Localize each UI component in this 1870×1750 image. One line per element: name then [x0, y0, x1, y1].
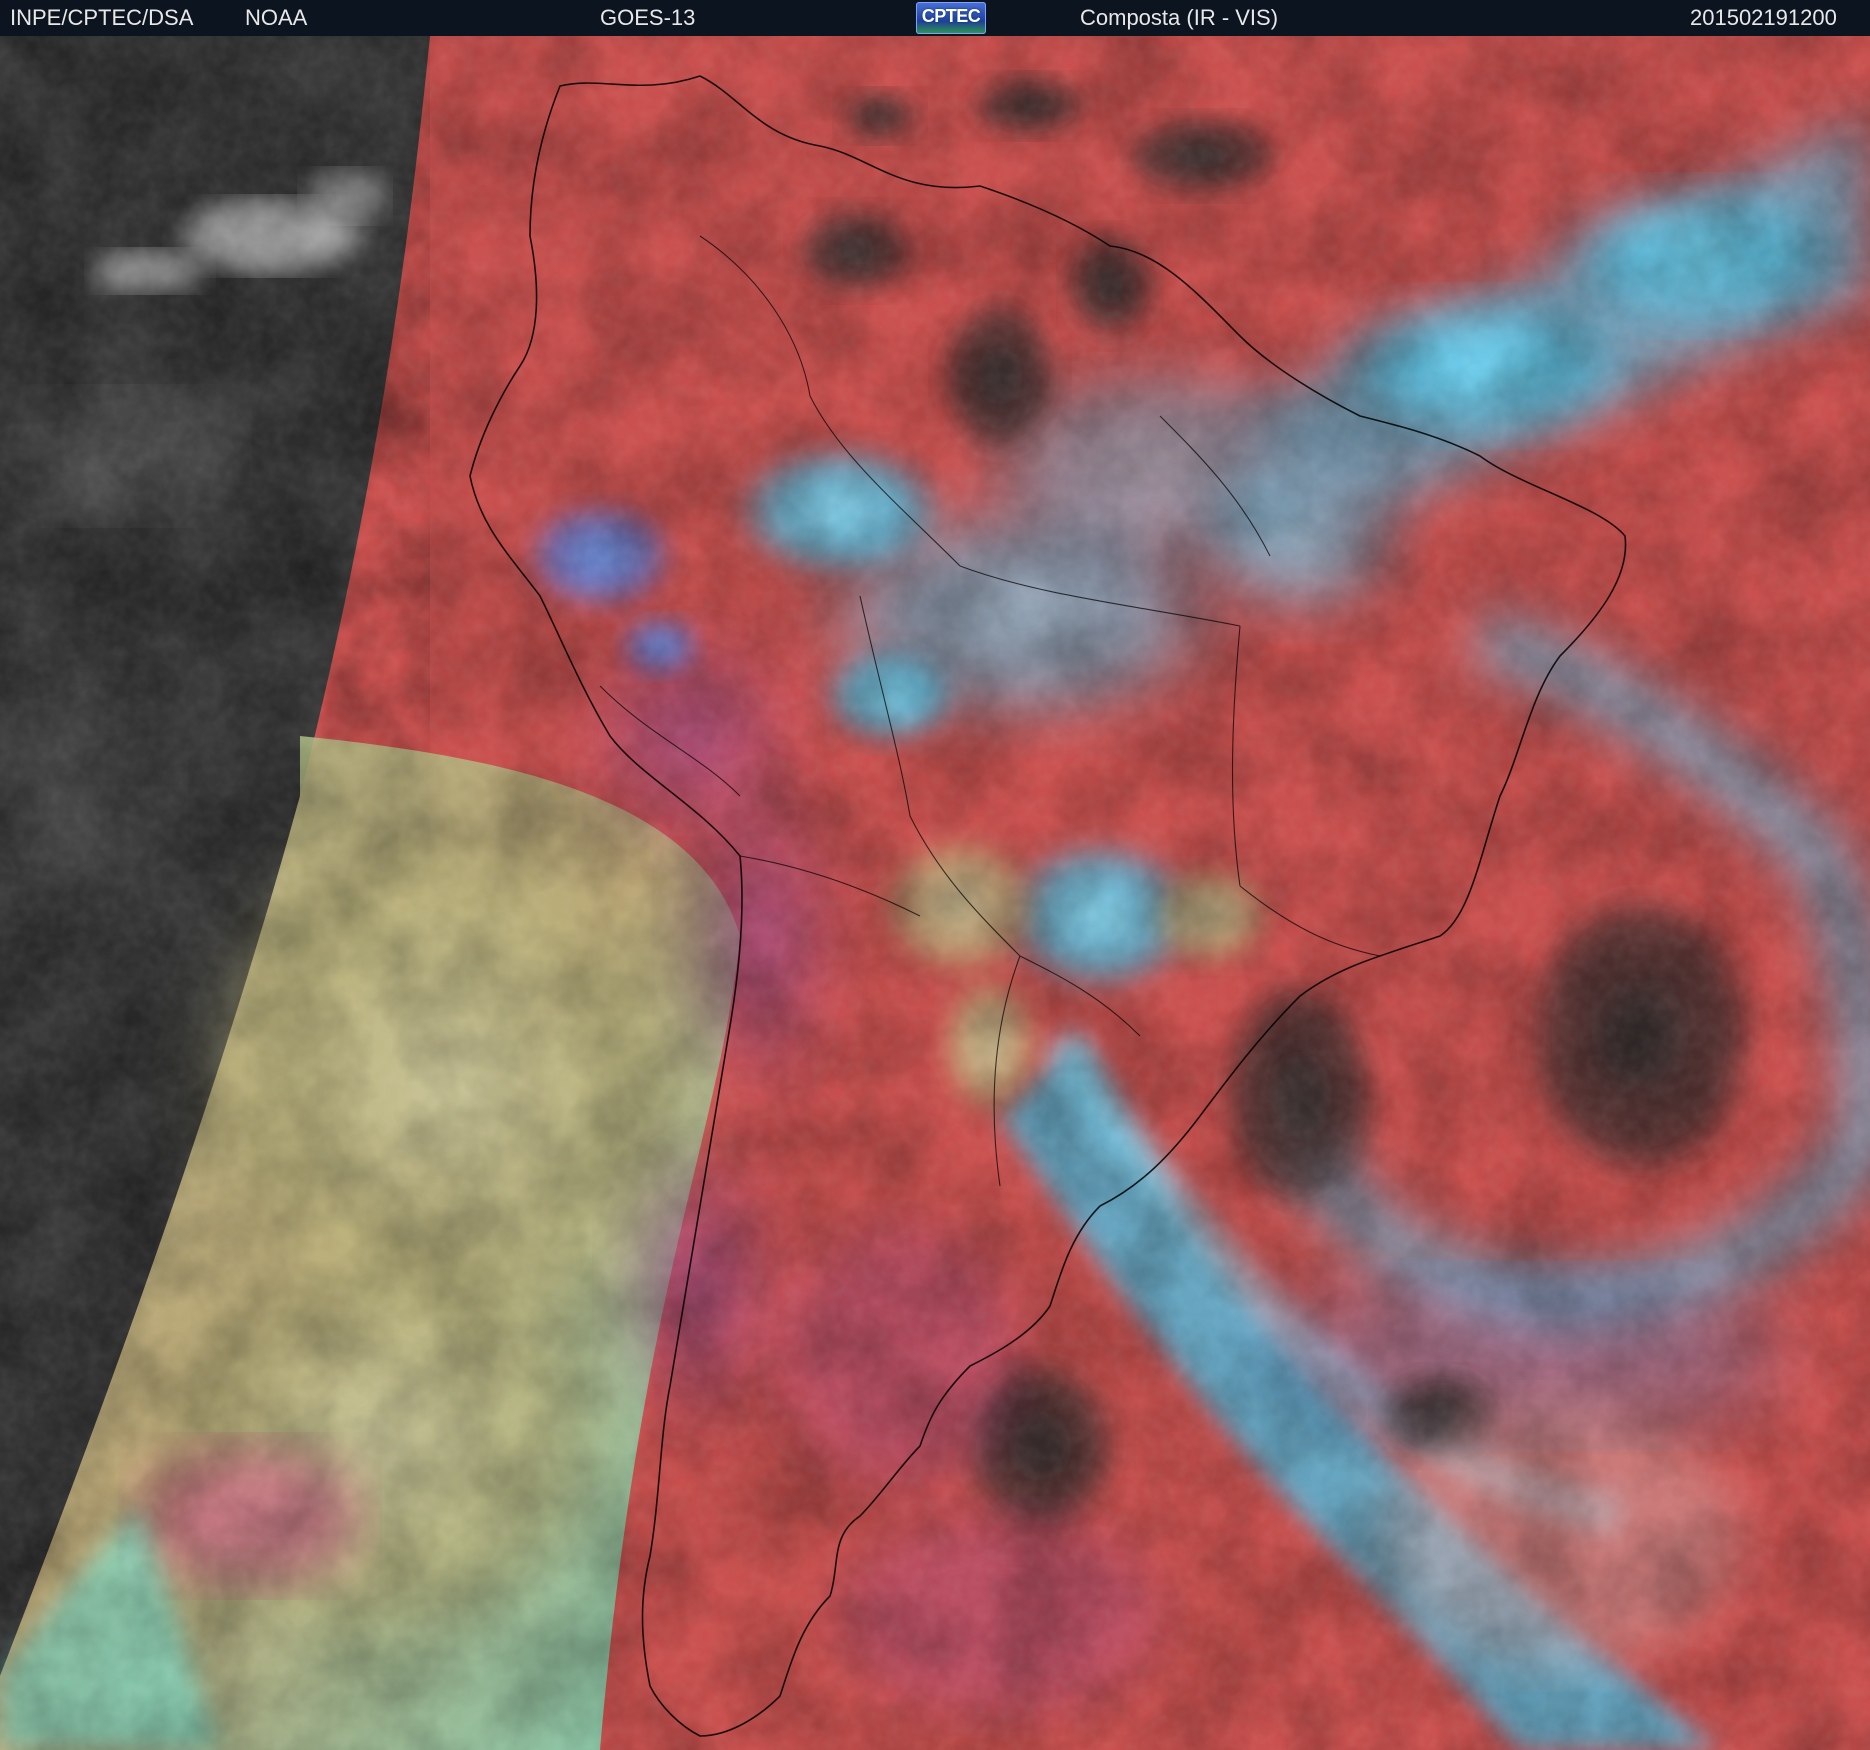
source-label: INPE/CPTEC/DSA	[10, 5, 194, 30]
agency-label: NOAA	[245, 5, 308, 30]
satellite-image	[0, 36, 1870, 1750]
image-header: INPE/CPTEC/DSA NOAA GOES-13 CPTEC Compos…	[0, 0, 1870, 36]
cptec-logo-text: CPTEC	[921, 6, 981, 26]
satellite-label: GOES-13	[600, 5, 696, 30]
satellite-composite	[0, 36, 1870, 1750]
cptec-logo: CPTEC	[916, 2, 986, 34]
product-label: Composta (IR - VIS)	[1080, 5, 1279, 30]
timestamp-label: 201502191200	[1690, 5, 1837, 30]
